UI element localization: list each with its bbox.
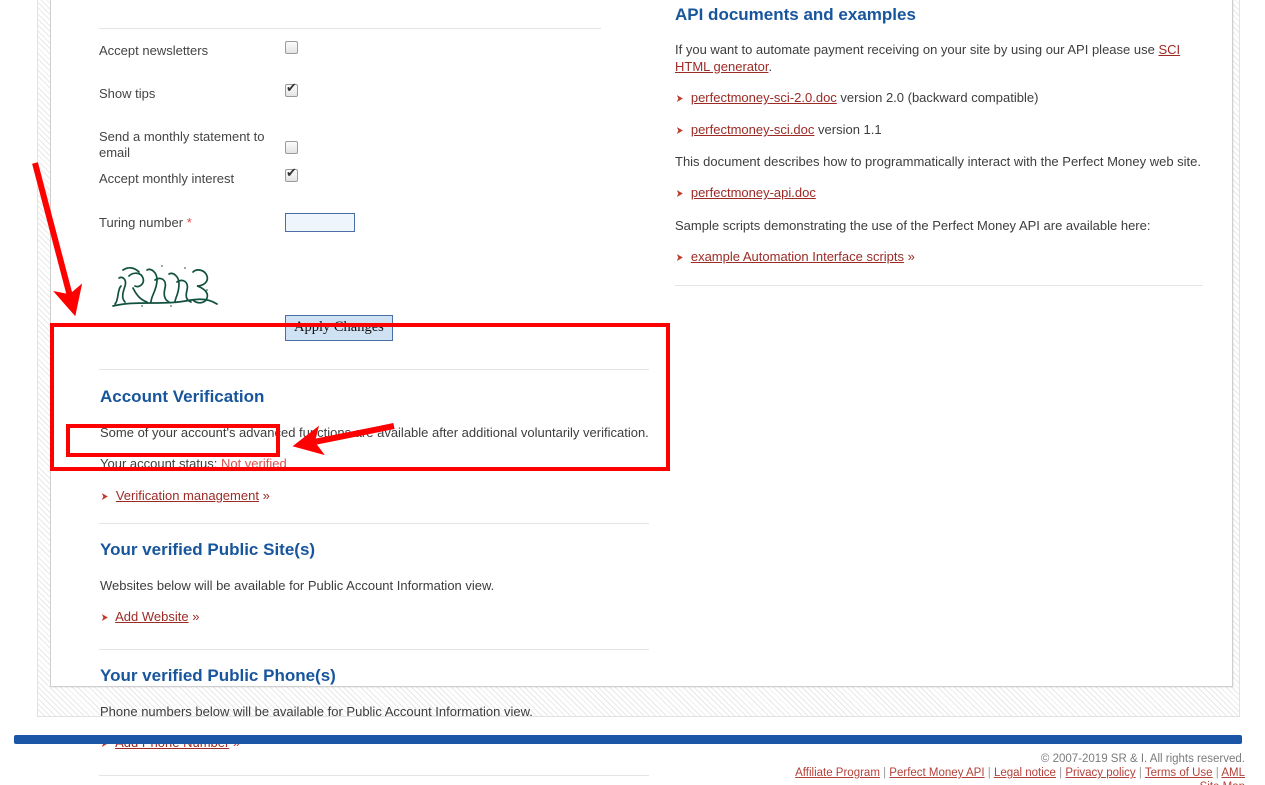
add-website-link[interactable]: Add Website [115,609,188,624]
api-docs-intro-prefix: If you want to automate payment receivin… [675,42,1159,57]
monthly-statement-field [285,127,664,154]
perfectmoney-sci-2-version: version 2.0 (backward compatible) [840,90,1039,105]
monthly-statement-checkbox[interactable] [285,141,298,154]
divider-after-public-sites [99,649,649,650]
divider-before-verification [99,369,649,370]
arrow-bullet-icon: ➤ [100,491,109,503]
verification-management-line: ➤ Verification management » [100,487,664,506]
footer-copyright: © 2007-2019 SR & I. All rights reserved. [1040,753,1245,765]
page-frame: Retype password [37,0,1240,776]
footer-separator: | [984,767,994,779]
accept-newsletters-checkbox[interactable] [285,41,298,54]
apply-spacer [99,315,285,317]
footer-link-terms-of-use[interactable]: Terms of Use [1145,767,1213,779]
public-phones-description: Phone numbers below will be available fo… [100,704,533,719]
api-docs-intro: If you want to automate payment receivin… [675,41,1185,75]
screenshot-root: Retype password [0,0,1265,785]
arrow-bullet-icon: ➤ [675,252,684,264]
public-sites-heading: Your verified Public Site(s) [100,540,316,559]
chevron-right-icon: » [192,609,200,624]
monthly-statement-row: Send a monthly statement to email [99,127,664,161]
api-docs-heading: API documents and examples [675,5,916,24]
required-asterisk: * [186,215,192,230]
footer-sitemap-line: Site Map [545,780,1245,785]
api-docs-note-1: This document describes how to programma… [675,154,1202,169]
perfectmoney-sci-link[interactable]: perfectmoney-sci.doc [691,122,815,137]
page-inner-panel: Retype password [50,0,1234,776]
perfectmoney-api-doc-link[interactable]: perfectmoney-api.doc [691,185,816,200]
footer-link-site-map[interactable]: Site Map [1200,781,1245,785]
account-verification-heading: Account Verification [100,387,265,406]
monthly-interest-label: Accept monthly interest [99,171,235,186]
api-docs-note-2: Sample scripts demonstrating the use of … [675,218,1151,233]
right-column: API documents and examples If you want t… [675,0,1203,286]
page-content: Retype password [51,0,1234,776]
account-verification-section: Account Verification Some of your accoun… [99,387,664,506]
footer-link-perfect-money-api[interactable]: Perfect Money API [889,767,984,779]
api-docs-intro-suffix: . [768,59,773,74]
arrow-bullet-icon: ➤ [675,188,684,200]
captcha-label-cell [99,254,285,311]
left-column: Retype password [99,0,664,776]
accept-newsletters-label: Accept newsletters [99,43,209,58]
footer-separator: | [879,767,890,779]
show-tips-checkbox[interactable] [285,81,298,97]
footer-link-privacy-policy[interactable]: Privacy policy [1065,767,1135,779]
arrow-bullet-icon: ➤ [100,612,109,624]
accept-newsletters-row: Accept newsletters [99,41,664,73]
perfectmoney-sci-version: version 1.1 [818,122,882,137]
monthly-interest-row: Accept monthly interest [99,166,664,201]
footer-link-aml[interactable]: AML [1221,767,1245,779]
footer: © 2007-2019 SR & I. All rights reserved.… [545,752,1245,785]
divider-right-column [675,285,1203,286]
add-website-line: ➤ Add Website » [100,608,664,627]
show-tips-field [285,81,664,97]
turing-number-label: Turing number * [99,213,285,231]
api-doc-item: ➤ perfectmoney-sci.doc version 1.1 [675,121,1203,140]
perfectmoney-sci-2-link[interactable]: perfectmoney-sci-2.0.doc [691,90,837,105]
monthly-statement-label: Send a monthly statement to email [99,129,265,160]
verification-management-link[interactable]: Verification management [116,488,259,503]
arrow-bullet-icon: ➤ [675,125,684,137]
api-doc-item: ➤ perfectmoney-api.doc [675,184,1203,203]
footer-separator: | [1135,767,1145,779]
public-phones-heading: Your verified Public Phone(s) [100,666,336,685]
footer-link-legal-notice[interactable]: Legal notice [994,767,1056,779]
footer-blue-bar [14,735,1242,744]
footer-separator: | [1055,767,1066,779]
example-scripts-line: ➤ example Automation Interface scripts » [675,248,1203,267]
turing-number-label-text: Turing number [99,215,184,230]
apply-changes-button[interactable]: Apply Changes [285,315,393,341]
apply-changes-row: Apply Changes [99,315,664,347]
apply-field: Apply Changes [285,315,664,341]
turing-number-row: Turing number * [99,213,664,245]
accept-newsletters-field [285,41,664,54]
monthly-interest-field [285,166,664,182]
captcha-row [99,254,664,311]
chevron-right-icon: » [907,249,915,264]
api-doc-item: ➤ perfectmoney-sci-2.0.doc version 2.0 (… [675,89,1203,108]
arrow-bullet-icon: ➤ [675,93,684,105]
turing-number-input[interactable] [285,213,355,232]
public-sites-section: Your verified Public Site(s) Websites be… [99,540,664,627]
turing-number-field [285,213,664,232]
show-tips-row: Show tips [99,81,664,116]
account-verification-description: Some of your account's advanced function… [100,425,649,440]
divider-after-verification [99,523,649,524]
footer-link-affiliate-program[interactable]: Affiliate Program [795,767,880,779]
footer-links: Affiliate Program | Perfect Money API | … [545,766,1245,780]
status-badge: Not verified [220,456,287,471]
divider-after-password [99,28,601,29]
captcha-image [107,256,225,311]
show-tips-label: Show tips [99,86,156,101]
account-status-line: Your account status: Not verified [100,455,664,472]
account-status-label: Your account status: [100,456,218,471]
monthly-interest-checkbox[interactable] [285,166,298,182]
public-sites-description: Websites below will be available for Pub… [100,578,495,593]
chevron-right-icon: » [262,488,270,503]
example-automation-scripts-link[interactable]: example Automation Interface scripts [691,249,904,264]
retype-password-row: Retype password [99,0,664,8]
